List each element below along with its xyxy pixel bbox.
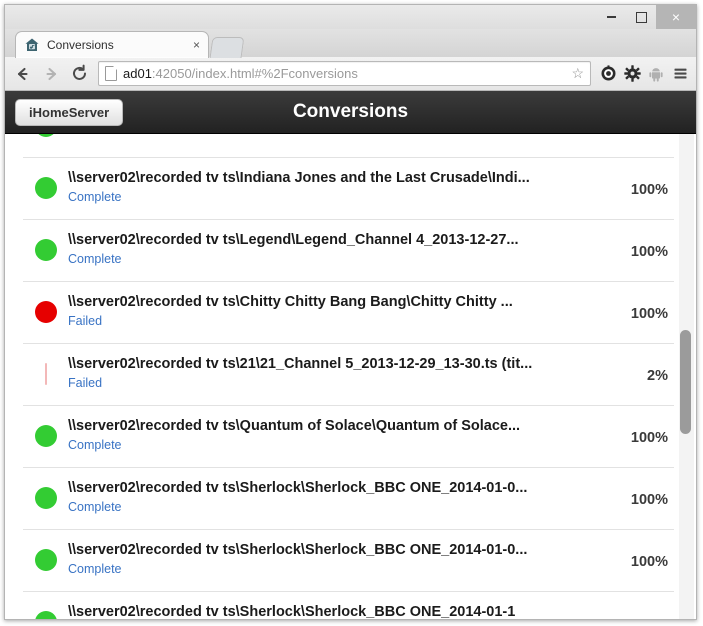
conversion-percent: 100% (630, 430, 668, 446)
bookmark-star-icon[interactable]: ☆ (571, 65, 584, 82)
conversion-path: \\server02\recorded tv ts\Legend\Legend_… (68, 232, 519, 248)
close-icon: × (671, 9, 681, 25)
conversion-path: \\server02\recorded tv ts\Indiana Jones … (68, 170, 530, 186)
conversion-status-link[interactable]: Complete (68, 252, 602, 266)
page-viewport: iHomeServer Conversions Complete \\server… (5, 91, 696, 619)
conversion-path: \\server02\recorded tv ts\Quantum of Sol… (68, 418, 521, 434)
record-target-icon[interactable] (596, 60, 620, 88)
status-indicator-complete (35, 177, 57, 199)
status-indicator-complete (35, 239, 57, 261)
conversion-row-main: \\server02\recorded tv ts\Indiana Jones … (68, 170, 602, 204)
minimize-button[interactable] (596, 5, 626, 29)
conversion-path: \\server02\recorded tv ts\21\21_Channel … (68, 356, 533, 372)
menu-icon[interactable] (668, 60, 692, 88)
conversion-row-main: \\server02\recorded tv ts\Chitty Chitty … (68, 294, 602, 328)
status-indicator-complete (35, 611, 57, 619)
conversion-status-link[interactable]: Complete (68, 438, 602, 452)
conversion-row[interactable]: \\server02\recorded tv ts\21\21_Channel … (23, 344, 674, 406)
conversion-percent: 100% (630, 306, 668, 322)
browser-toolbar: ad01:42050/index.html#%2Fconversions ☆ (5, 57, 696, 91)
conversion-row[interactable]: \\server02\recorded tv ts\Legend\Legend_… (23, 220, 674, 282)
title-bar: × (5, 5, 696, 29)
conversions-list: Complete \\server02\recorded tv ts\Indian… (5, 134, 696, 619)
conversion-status-link[interactable]: Complete (68, 190, 602, 204)
conversion-percent: 100% (630, 182, 668, 198)
conversion-row-main: \\server02\recorded tv ts\Sherlock\Sherl… (68, 604, 602, 619)
status-indicator-complete (35, 487, 57, 509)
status-indicator-complete (35, 425, 57, 447)
conversion-row[interactable]: \\server02\recorded tv ts\Indiana Jones … (23, 158, 674, 220)
status-indicator-sliver (45, 363, 47, 385)
tab-conversions[interactable]: Conversions × (15, 31, 209, 58)
home-music-icon (24, 37, 40, 53)
conversion-row-main: \\server02\recorded tv ts\Sherlock\Sherl… (68, 542, 602, 576)
conversions-list-inner: Complete \\server02\recorded tv ts\Indian… (23, 134, 674, 619)
conversion-row-main: \\server02\recorded tv ts\Sherlock\Sherl… (68, 480, 602, 514)
new-tab-button[interactable] (209, 37, 245, 58)
close-button[interactable]: × (656, 5, 696, 29)
android-icon[interactable] (644, 60, 668, 88)
status-indicator-complete (35, 549, 57, 571)
reload-button[interactable] (65, 60, 93, 88)
minimize-icon (606, 16, 616, 18)
maximize-button[interactable] (626, 5, 656, 29)
conversion-path: \\server02\recorded tv ts\Sherlock\Sherl… (68, 604, 516, 619)
conversion-percent: 100% (630, 554, 668, 570)
url-host: ad01 (123, 66, 152, 81)
address-bar[interactable]: ad01:42050/index.html#%2Fconversions ☆ (98, 61, 591, 86)
conversion-row-main: \\server02\recorded tv ts\Legend\Legend_… (68, 232, 602, 266)
conversion-row[interactable]: \\server02\recorded tv ts\Chitty Chitty … (23, 282, 674, 344)
conversion-percent: 100% (630, 492, 668, 508)
conversion-path: \\server02\recorded tv ts\Chitty Chitty … (68, 294, 513, 310)
scrollbar-thumb[interactable] (680, 330, 691, 434)
scrollbar-track[interactable] (679, 134, 694, 619)
conversion-row[interactable]: \\server02\recorded tv ts\Quantum of Sol… (23, 406, 674, 468)
brand-button[interactable]: iHomeServer (15, 98, 124, 126)
gear-icon[interactable] (620, 60, 644, 88)
conversion-percent: 2% (647, 368, 668, 384)
conversion-status-link[interactable]: Failed (68, 376, 602, 390)
status-indicator-failed (35, 301, 57, 323)
back-button[interactable] (9, 60, 37, 88)
conversion-row[interactable]: Complete (23, 134, 674, 158)
conversion-status-link[interactable]: Complete (68, 562, 602, 576)
tab-strip: Conversions × (5, 29, 696, 58)
browser-window: × Conversions × ad01:42050/index.html#%2… (4, 4, 697, 620)
conversion-row-main: \\server02\recorded tv ts\Quantum of Sol… (68, 418, 602, 452)
status-indicator-complete (35, 134, 57, 137)
conversion-row[interactable]: \\server02\recorded tv ts\Sherlock\Sherl… (23, 530, 674, 592)
tab-title: Conversions (47, 38, 114, 52)
window-controls: × (596, 5, 696, 29)
page-document-icon (105, 66, 117, 81)
tab-close-icon[interactable]: × (193, 39, 200, 51)
conversion-path: \\server02\recorded tv ts\Sherlock\Sherl… (68, 480, 528, 496)
app-navbar: iHomeServer Conversions (5, 91, 696, 134)
conversion-row-main: \\server02\recorded tv ts\21\21_Channel … (68, 356, 602, 390)
forward-button[interactable] (37, 60, 65, 88)
url-rest: :42050/index.html#%2Fconversions (151, 66, 358, 81)
conversion-row[interactable]: \\server02\recorded tv ts\Sherlock\Sherl… (23, 468, 674, 530)
conversion-status-link[interactable]: Complete (68, 500, 602, 514)
url-text: ad01:42050/index.html#%2Fconversions (123, 66, 571, 81)
conversion-status-link[interactable]: Failed (68, 314, 602, 328)
maximize-icon (635, 11, 647, 23)
conversion-path: \\server02\recorded tv ts\Sherlock\Sherl… (68, 542, 528, 558)
conversion-percent: 100% (630, 244, 668, 260)
conversion-row[interactable]: \\server02\recorded tv ts\Sherlock\Sherl… (23, 592, 674, 619)
